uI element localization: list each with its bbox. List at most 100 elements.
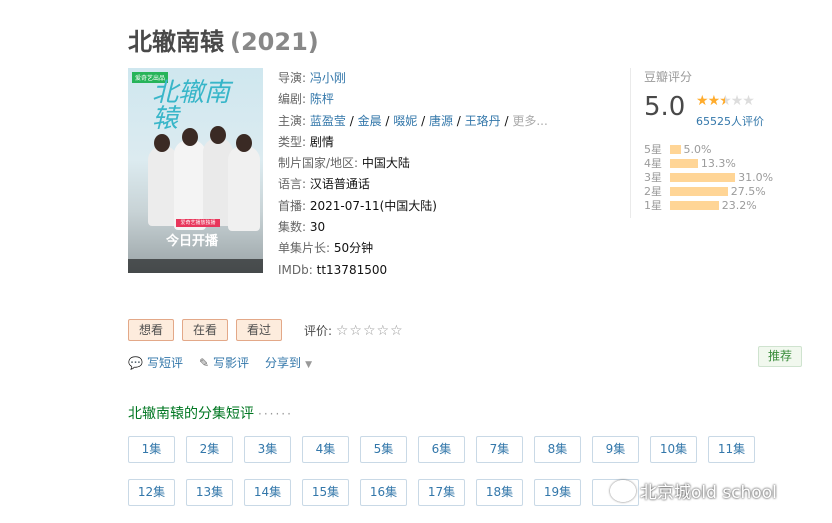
poster-opening: 今日开播 <box>166 234 219 249</box>
status-buttons: 想看 在看 看过 <box>128 319 283 341</box>
cast-link[interactable]: 蓝盈莹 <box>310 114 346 128</box>
language-label: 语言: <box>278 177 307 192</box>
dist-percent: 5.0% <box>683 142 712 156</box>
imdb-value: tt13781500 <box>316 262 388 277</box>
share-dropdown[interactable]: 分享到 ▼ <box>265 354 312 371</box>
imdb-row: IMDb: tt13781500 <box>278 260 548 281</box>
rating-stars: ★★★★★ <box>696 93 755 109</box>
episodes-row: 集数: 30 <box>278 217 548 238</box>
director-link[interactable]: 冯小刚 <box>310 71 346 85</box>
episode-button[interactable]: 4集 <box>302 436 349 463</box>
poster-figure <box>174 140 206 230</box>
cast-link[interactable]: 啜妮 <box>393 114 417 128</box>
episode-button[interactable]: 12集 <box>128 479 175 506</box>
dist-bar <box>670 186 728 196</box>
episode-button[interactable]: 16集 <box>360 479 407 506</box>
watched-button[interactable]: 看过 <box>236 319 283 341</box>
write-review-link[interactable]: ✎ 写影评 <box>199 354 249 371</box>
rating-dist-row: 4星 13.3% <box>644 156 773 171</box>
poster-strip: 爱奇艺播放独播 <box>176 219 220 227</box>
cast-more-link[interactable]: 更多... <box>512 114 547 128</box>
premiere-value: 2021-07-11(中国大陆) <box>309 198 437 213</box>
my-rating-stars[interactable]: ☆☆☆☆☆ <box>336 323 404 339</box>
poster-head <box>154 134 170 152</box>
poster-figure <box>228 146 260 231</box>
poster-head <box>236 134 252 152</box>
writer-link[interactable]: 陈枰 <box>310 92 334 106</box>
country-label: 制片国家/地区: <box>278 156 359 171</box>
rating-dist-row: 2星 27.5% <box>644 184 773 199</box>
genre-label: 类型: <box>278 134 307 149</box>
wechat-icon <box>610 479 636 502</box>
my-rating: 评价: ☆☆☆☆☆ <box>304 322 404 339</box>
language-value: 汉语普通话 <box>309 177 370 192</box>
episode-button[interactable]: 15集 <box>302 479 349 506</box>
rating-divider <box>630 68 631 218</box>
genre-row: 类型: 剧情 <box>278 132 548 153</box>
review-label: 写影评 <box>213 356 250 370</box>
director-label: 导演: <box>278 71 307 85</box>
runtime-label: 单集片长: <box>278 241 331 256</box>
cast-link[interactable]: 王珞丹 <box>465 114 501 128</box>
caret-down-icon: ▼ <box>305 360 312 370</box>
poster-image[interactable]: 爱奇艺出品 北辙南辕 爱奇艺播放独播 今日开播 <box>128 68 263 273</box>
episode-button[interactable]: 14集 <box>244 479 291 506</box>
dist-bar <box>670 200 719 210</box>
episode-button[interactable]: 13集 <box>186 479 233 506</box>
want-to-watch-button[interactable]: 想看 <box>128 319 175 341</box>
rating-dist-row: 3星 31.0% <box>644 170 773 185</box>
my-rating-label: 评价: <box>304 324 333 338</box>
episode-button[interactable]: 18集 <box>476 479 523 506</box>
share-label: 分享到 <box>265 356 302 370</box>
dist-percent: 27.5% <box>730 184 766 198</box>
director-row: 导演: 冯小刚 <box>278 68 548 89</box>
star-half-icon: ★ <box>719 93 732 109</box>
country-row: 制片国家/地区: 中国大陆 <box>278 153 548 174</box>
rating-distribution: 5星 5.0% 4星 13.3% 3星 31.0% 2星 27.5% 1星 23… <box>644 142 773 213</box>
cast-row: 主演: 蓝盈莹 / 金晨 / 啜妮 / 唐源 / 王珞丹 / 更多... <box>278 113 548 128</box>
star-empty-icon: ★ <box>730 93 744 109</box>
episode-button[interactable]: 3集 <box>244 436 291 463</box>
episode-button[interactable]: 10集 <box>650 436 697 463</box>
country-value: 中国大陆 <box>361 156 410 171</box>
episodes-label: 集数: <box>278 220 307 235</box>
episode-button[interactable]: 19集 <box>534 479 581 506</box>
episode-reviews-dots: ······ <box>258 407 293 421</box>
episode-button[interactable]: 2集 <box>186 436 233 463</box>
rating-votes-link[interactable]: 65525人评价 <box>696 113 764 129</box>
genre-value: 剧情 <box>309 134 334 149</box>
episode-reviews-heading: 北辙南辕的分集短评 <box>128 406 254 422</box>
language-row: 语言: 汉语普通话 <box>278 174 548 195</box>
star-full-icon: ★ <box>696 93 709 109</box>
poster-head <box>210 126 226 144</box>
episode-button[interactable]: 17集 <box>418 479 465 506</box>
rating-score: 5.0 <box>644 92 686 122</box>
writer-label: 编剧: <box>278 92 307 107</box>
rating-dist-row: 1星 23.2% <box>644 198 773 213</box>
watching-button[interactable]: 在看 <box>182 319 229 341</box>
episode-button[interactable]: 7集 <box>476 436 523 463</box>
episode-button[interactable]: 8集 <box>534 436 581 463</box>
dist-label: 1星 <box>644 199 662 212</box>
episode-button[interactable]: 6集 <box>418 436 465 463</box>
cast-link[interactable]: 金晨 <box>358 114 382 128</box>
episode-button[interactable]: 1集 <box>128 436 175 463</box>
pencil-icon: ✎ <box>198 356 210 370</box>
watermark-text: 北京城old school <box>640 483 777 503</box>
watermark: 北京城old school <box>610 478 777 503</box>
write-short-review-link[interactable]: 💬 写短评 <box>128 354 183 371</box>
title-year: (2021) <box>230 28 319 56</box>
episode-button[interactable]: 9集 <box>592 436 639 463</box>
cast-link[interactable]: 唐源 <box>429 114 453 128</box>
movie-info: 导演: 冯小刚 编剧: 陈枰 主演: 蓝盈莹 / 金晨 / 啜妮 / 唐源 / … <box>278 68 548 281</box>
action-links: 💬 写短评 ✎ 写影评 分享到 ▼ <box>128 354 312 371</box>
rating-title: 豆瓣评分 <box>644 70 693 84</box>
rating-dist-row: 5星 5.0% <box>644 142 773 157</box>
writer-row: 编剧: 陈枰 <box>278 89 548 110</box>
runtime-row: 单集片长: 50分钟 <box>278 238 548 259</box>
episode-button[interactable]: 11集 <box>708 436 755 463</box>
episode-button[interactable]: 5集 <box>360 436 407 463</box>
recommend-button[interactable]: 推荐 <box>758 346 802 367</box>
imdb-label: IMDb: <box>278 262 313 277</box>
short-review-label: 写短评 <box>146 356 183 370</box>
